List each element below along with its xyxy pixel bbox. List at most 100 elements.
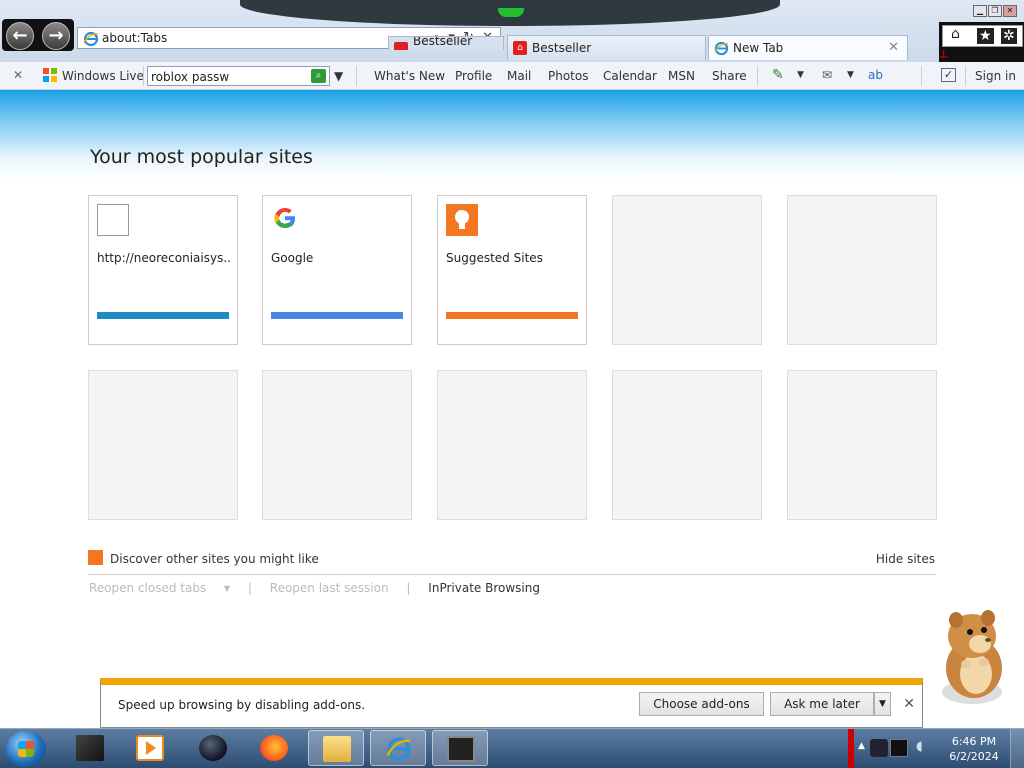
link-mail[interactable]: Mail (507, 69, 531, 83)
folder-icon (323, 736, 351, 762)
sign-in-link[interactable]: Sign in (975, 69, 1016, 83)
search-input[interactable]: roblox passw ⌕ (147, 66, 330, 86)
email-dropdown-icon[interactable]: ▼ (847, 70, 854, 80)
ie-icon (83, 31, 99, 50)
site-tile[interactable]: http://neoreconiaisys.... (88, 195, 238, 345)
start-button[interactable] (6, 731, 46, 767)
google-icon (271, 204, 303, 236)
site-tile-bar (97, 312, 229, 319)
network-icon[interactable] (890, 739, 908, 757)
tab-label: New Tab (733, 41, 784, 55)
tab-new-tab[interactable]: New Tab ✕ (708, 35, 908, 60)
site-tile-title: Suggested Sites (446, 251, 543, 265)
email-icon[interactable]: ✉ (822, 68, 832, 82)
search-dropdown-icon[interactable]: ▼ (334, 69, 343, 83)
link-calendar[interactable]: Calendar (603, 69, 657, 83)
site-tile-bar (271, 312, 403, 319)
link-whats-new[interactable]: What's New (374, 69, 445, 83)
restore-button[interactable]: ❐ (988, 5, 1002, 17)
tab-label: Bestseller (532, 41, 592, 55)
bestseller-icon (394, 42, 408, 50)
ask-later-dropdown-icon[interactable]: ▼ (874, 692, 891, 716)
tab-bestseller[interactable]: ⌂ Bestseller (507, 35, 706, 60)
hamster-mascot (924, 600, 1024, 710)
ie-icon (385, 736, 413, 762)
firefox-icon (260, 735, 288, 761)
discover-row: Discover other sites you might like Hide… (88, 550, 936, 575)
windows-live-icon (42, 67, 58, 83)
close-window-button[interactable]: ✕ (1003, 5, 1017, 17)
windows-live-link[interactable]: Windows Live (62, 69, 144, 83)
tab-bestseller-partial[interactable]: Bestseller (388, 36, 504, 50)
back-button[interactable]: ← (6, 22, 34, 50)
minimize-button[interactable]: ▁ (973, 5, 987, 17)
checkbox-icon[interactable]: ✓ (941, 68, 956, 82)
session-links: Reopen closed tabs ▾ | Reopen last sessi… (89, 581, 554, 595)
reopen-last-session-link[interactable]: Reopen last session (270, 581, 389, 595)
site-tile-bar (446, 312, 578, 319)
taskbar-app-dark-sphere[interactable] (185, 730, 241, 766)
navigation-buttons: ← → (2, 19, 74, 51)
taskbar-app-black-box[interactable] (62, 730, 118, 766)
taskbar-app-monitor[interactable] (432, 730, 488, 766)
empty-site-tile[interactable] (787, 195, 937, 345)
discover-link[interactable]: Discover other sites you might like (110, 552, 319, 566)
site-tile[interactable]: Google (262, 195, 412, 345)
media-player-icon (136, 735, 164, 761)
taskbar-app-media[interactable] (122, 730, 178, 766)
forward-button[interactable]: → (42, 22, 70, 50)
desktop-screen: ← → about:Tabs ⌕ ▾ ↻ ✕ Bestseller ⌂ Best… (0, 0, 1024, 768)
link-profile[interactable]: Profile (455, 69, 492, 83)
taskbar-clock[interactable]: 6:46 PM 6/2/2024 (945, 734, 1003, 764)
command-bar: ✕ Windows Live roblox passw ⌕ ▼ What's N… (0, 62, 1024, 90)
taskbar-app-firefox[interactable] (246, 730, 302, 766)
taskbar-app-internet-explorer[interactable] (370, 730, 426, 766)
close-tab-icon[interactable]: ✕ (888, 40, 899, 55)
inprivate-link[interactable]: InPrivate Browsing (428, 581, 540, 595)
shield-icon[interactable] (870, 739, 888, 757)
divider: | (247, 581, 252, 595)
link-photos[interactable]: Photos (548, 69, 588, 83)
notification-bar: Speed up browsing by disabling add-ons. … (100, 678, 923, 728)
suggested-sites-icon (446, 204, 478, 236)
address-text: about:Tabs (102, 31, 168, 45)
page-title: Your most popular sites (90, 146, 313, 168)
search-value: roblox passw (151, 70, 230, 84)
taskbar-app-explorer[interactable] (308, 730, 364, 766)
site-tile-title: Google (271, 251, 314, 265)
link-share[interactable]: Share (712, 69, 747, 83)
site-tile-title: http://neoreconiaisys.... (97, 251, 231, 265)
sphere-icon (199, 735, 227, 761)
choose-add-ons-button[interactable]: Choose add-ons (639, 692, 764, 716)
close-toolbar-icon[interactable]: ✕ (13, 68, 23, 82)
notification-message: Speed up browsing by disabling add-ons. (118, 698, 366, 712)
edit-pen-icon[interactable]: ✎ (772, 67, 784, 83)
tools-gear-icon[interactable]: ✲ (1001, 28, 1017, 44)
speaker-icon[interactable]: ◖ (916, 739, 923, 754)
home-icon[interactable]: ⌂ (951, 26, 960, 42)
hide-sites-link[interactable]: Hide sites (876, 552, 935, 566)
empty-site-tile[interactable] (437, 370, 587, 520)
empty-site-tile[interactable] (88, 370, 238, 520)
empty-site-tile[interactable] (612, 195, 762, 345)
edit-dropdown-icon[interactable]: ▼ (797, 70, 804, 80)
link-msn[interactable]: MSN (668, 69, 695, 83)
close-notification-icon[interactable]: ✕ (903, 696, 915, 712)
reopen-closed-tabs-link[interactable]: Reopen closed tabs ▾ (89, 581, 230, 595)
empty-site-tile[interactable] (612, 370, 762, 520)
empty-site-tile[interactable] (787, 370, 937, 520)
favorites-star-icon[interactable]: ★ (977, 28, 994, 44)
empty-site-tile[interactable] (262, 370, 412, 520)
red-marker-icon: ┴ (940, 50, 948, 64)
show-hidden-icons[interactable]: ▲ (858, 741, 865, 751)
search-icon[interactable]: ⌕ (311, 69, 326, 83)
translate-icon[interactable]: ab (868, 68, 883, 82)
window-controls: ▁ ❐ ✕ (972, 2, 1024, 17)
show-desktop-button[interactable] (1010, 729, 1024, 768)
clock-time: 6:46 PM (951, 735, 997, 748)
bestseller-icon: ⌂ (513, 41, 527, 55)
clock-date: 6/2/2024 (949, 750, 999, 763)
site-tile[interactable]: Suggested Sites (437, 195, 587, 345)
lightbulb-icon (88, 550, 103, 565)
ask-me-later-button[interactable]: Ask me later (770, 692, 874, 716)
